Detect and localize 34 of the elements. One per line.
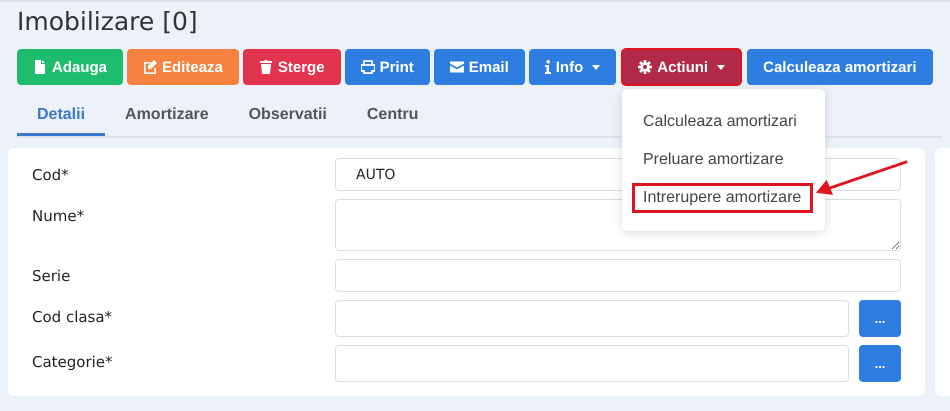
field-label: Cod clasa* bbox=[32, 307, 114, 326]
edit-icon bbox=[143, 60, 158, 74]
caret-icon bbox=[717, 64, 726, 70]
toolbar-button[interactable]: Email bbox=[434, 49, 525, 85]
tab[interactable]: Observatii bbox=[228, 96, 347, 136]
toolbar-button[interactable]: Actiuni bbox=[622, 49, 742, 85]
caret-icon bbox=[592, 64, 600, 70]
trash-icon bbox=[258, 60, 273, 74]
toolbar-button[interactable]: Calculeaza amortizari bbox=[747, 49, 933, 85]
tab[interactable]: Centru bbox=[346, 96, 438, 136]
browse-button[interactable]: ... bbox=[859, 345, 901, 382]
page-title: Imobilizare [0] bbox=[16, 6, 199, 38]
field-label: Categorie* bbox=[32, 352, 114, 371]
printer-icon bbox=[360, 60, 375, 74]
envelope-icon bbox=[450, 60, 464, 74]
input-field[interactable] bbox=[335, 259, 901, 292]
menu-item[interactable]: Intrerupere amortizare bbox=[632, 183, 813, 213]
info-icon bbox=[544, 60, 551, 74]
menu-item[interactable]: Calculeaza amortizari bbox=[632, 107, 813, 137]
file-icon bbox=[33, 60, 47, 74]
field-label: Nume* bbox=[32, 206, 86, 225]
toolbar-button[interactable]: Sterge bbox=[242, 49, 341, 85]
input-field[interactable] bbox=[335, 300, 849, 337]
tab[interactable]: Detalii bbox=[17, 96, 106, 136]
toolbar-button[interactable]: Adauga bbox=[17, 49, 124, 85]
toolbar-button[interactable]: Editeaza bbox=[127, 49, 239, 85]
field-label: Serie bbox=[32, 266, 72, 285]
input-field[interactable] bbox=[335, 345, 849, 382]
toolbar-button[interactable]: Print bbox=[344, 49, 430, 85]
field-label: Cod* bbox=[32, 165, 70, 184]
browse-button[interactable]: ... bbox=[859, 300, 901, 337]
gear-icon bbox=[638, 60, 652, 74]
tab[interactable]: Amortizare bbox=[105, 96, 229, 136]
toolbar-button[interactable]: Info bbox=[528, 49, 616, 85]
